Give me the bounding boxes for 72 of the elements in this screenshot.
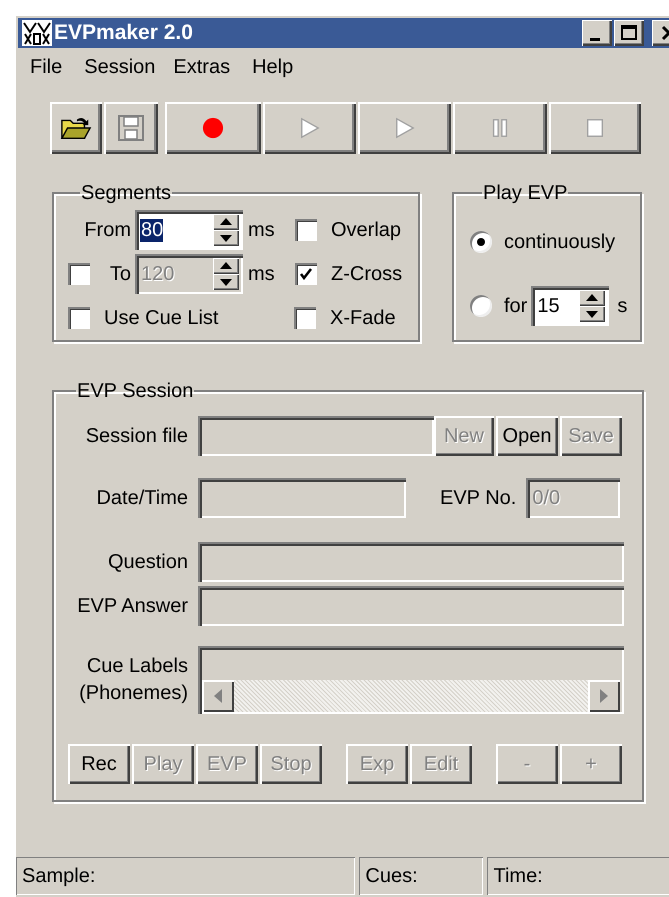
session-file-label: Session file (84, 424, 188, 448)
left-arrow-icon (214, 689, 222, 703)
record-button[interactable] (165, 102, 261, 154)
group-title: Play EVP (482, 182, 568, 204)
up-arrow-icon (586, 294, 598, 302)
status-panel: Time: (487, 857, 669, 895)
down-arrow-icon (220, 234, 232, 242)
record-icon (202, 117, 224, 139)
from-label: From (84, 218, 131, 242)
question-label: Question (106, 550, 188, 574)
menu-item[interactable]: Session (82, 56, 166, 78)
spin-up-button[interactable] (579, 290, 606, 306)
scroll-right-button[interactable] (588, 680, 620, 712)
minimize-icon (590, 38, 600, 40)
open-button[interactable] (50, 102, 102, 154)
status-panel: Sample: (16, 857, 356, 895)
unit-label: s (617, 294, 628, 318)
date-time-label: Date/Time (95, 486, 188, 510)
down-arrow-icon (586, 310, 598, 318)
menu-item[interactable]: File (28, 56, 72, 78)
z-cross-label: Z-Cross (331, 262, 402, 286)
evp-number-field[interactable]: 0/0 (526, 478, 620, 518)
radio-label: continuously (504, 230, 616, 254)
evp-answer-field[interactable] (198, 586, 624, 626)
cue-labels-label: Cue Labels (86, 655, 188, 678)
spin-up-button[interactable] (213, 214, 239, 230)
group-title: EVP Session (76, 380, 194, 402)
menu-item[interactable]: Help (250, 56, 304, 78)
question-field[interactable] (198, 542, 624, 582)
play-icon (394, 117, 416, 139)
overlap-checkbox[interactable] (295, 219, 317, 241)
session-action-button[interactable]: Rec (68, 744, 130, 784)
to-label: To (110, 262, 131, 286)
group-title: Segments (80, 182, 172, 204)
spin-down-button[interactable] (213, 230, 239, 246)
stop-icon (584, 117, 606, 139)
maximize-icon (619, 24, 639, 42)
radio-button[interactable] (470, 295, 492, 317)
play-icon (298, 117, 320, 139)
use-cue-list-checkbox[interactable] (68, 307, 90, 329)
check-icon (299, 267, 313, 281)
down-arrow-icon (220, 278, 232, 286)
z-cross-checkbox[interactable] (295, 263, 317, 285)
evp-answer-label: EVP Answer (76, 594, 188, 618)
maximize-button[interactable] (614, 20, 644, 46)
from-spin-field[interactable]: 80 (135, 210, 243, 250)
radio-button[interactable] (470, 231, 492, 253)
radio-label: for (504, 294, 528, 318)
up-arrow-icon (220, 218, 232, 226)
scroll-left-button[interactable] (202, 680, 234, 712)
duration-spin-field[interactable]: 15 (531, 286, 610, 326)
date-time-field[interactable] (198, 478, 406, 518)
evp-number-label: EVP No. (440, 486, 516, 510)
spin-down-button[interactable] (579, 306, 606, 322)
session-file-field[interactable] (198, 416, 434, 456)
use-cue-list-label: Use Cue List (104, 306, 218, 330)
overlap-label: Overlap (331, 218, 402, 242)
app-icon (22, 20, 52, 46)
horizontal-scrollbar[interactable] (202, 680, 620, 712)
phonemes-label: (Phonemes) (79, 682, 188, 705)
window-title: EVPmaker 2.0 (54, 21, 193, 45)
x-fade-checkbox[interactable] (294, 307, 316, 329)
up-arrow-icon (220, 262, 232, 270)
session-button[interactable]: Open (496, 416, 558, 456)
menu-item[interactable]: Extras (171, 56, 240, 78)
minimize-button[interactable] (582, 20, 612, 46)
x-fade-label: X-Fade (330, 306, 396, 330)
unit-label: ms (248, 262, 275, 284)
right-arrow-icon (600, 689, 608, 703)
status-panel: Cues: (359, 857, 484, 895)
cue-labels-list[interactable] (198, 646, 624, 714)
unit-label: ms (248, 218, 275, 240)
